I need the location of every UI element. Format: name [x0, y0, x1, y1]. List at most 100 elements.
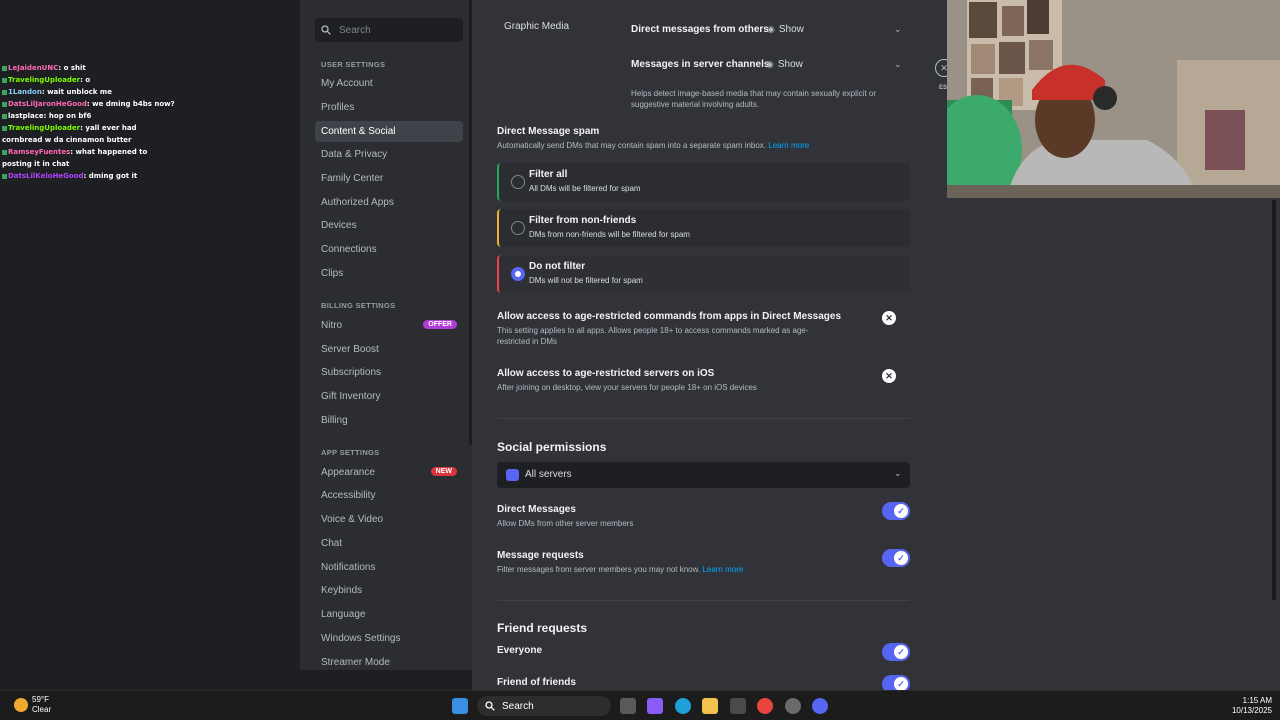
sidebar-item-clips[interactable]: Clips: [315, 263, 463, 284]
sidebar-item-keybinds[interactable]: Keybinds: [315, 580, 463, 601]
taskbar-clock[interactable]: 1:15 AM 10/13/2025: [1232, 696, 1272, 716]
radio-button[interactable]: [511, 221, 525, 235]
everyone-toggle[interactable]: ✓: [882, 643, 910, 661]
sidebar-item-profiles[interactable]: Profiles: [315, 97, 463, 118]
graphic-media-label: Graphic Media: [504, 21, 570, 32]
sidebar-item-notifications[interactable]: Notifications: [315, 557, 463, 578]
search-icon: [485, 701, 495, 711]
filter-all-desc: All DMs will be filtered for spam: [529, 184, 641, 193]
chrome-icon[interactable]: [757, 698, 773, 714]
chat-overlay: LeJaidenUNC: o shit TravelingUploader: o1…: [0, 62, 300, 182]
age-ios-desc: After joining on desktop, view your serv…: [497, 383, 757, 392]
sidebar-item-label: Appearance: [321, 467, 375, 478]
social-permissions-title: Social permissions: [497, 440, 607, 454]
sidebar-item-language[interactable]: Language: [315, 604, 463, 625]
content-scrollbar[interactable]: [1272, 200, 1276, 600]
message-requests-toggle[interactable]: ✓: [882, 549, 910, 567]
everyone-label: Everyone: [497, 645, 543, 656]
settings-sidebar: Search USER SETTINGS My Account Profiles…: [300, 0, 472, 670]
server-channels-select[interactable]: ◉ Show: [766, 59, 803, 70]
settings-content-extension: [947, 198, 1280, 690]
sidebar-item-server-boost[interactable]: Server Boost: [315, 339, 463, 360]
discord-icon[interactable]: [812, 698, 828, 714]
chat-badge-icon: [2, 77, 7, 83]
sidebar-item-nitro[interactable]: Nitro OFFER: [315, 315, 463, 336]
sidebar-item-authorized-apps[interactable]: Authorized Apps: [315, 192, 463, 213]
search-icon: [321, 25, 331, 35]
divider: [497, 600, 910, 601]
chat-message: RamseyFuentes: what happened to posting …: [2, 148, 148, 168]
chat-text: dming got it: [88, 172, 138, 180]
friends-of-friends-label: Friend of friends: [497, 677, 576, 688]
app-settings-header: APP SETTINGS: [321, 448, 380, 457]
chat-username: TravelingUploader: [8, 76, 81, 84]
sidebar-item-chat[interactable]: Chat: [315, 533, 463, 554]
task-view-icon[interactable]: [620, 698, 636, 714]
server-select-value: All servers: [525, 469, 572, 480]
copilot-icon[interactable]: [647, 698, 663, 714]
server-select[interactable]: All servers ⌄: [497, 462, 910, 488]
chat-text: o: [85, 76, 91, 84]
radio-filter-non-friends[interactable]: Filter from non-friends DMs from non-fri…: [497, 209, 910, 247]
filter-non-friends-desc: DMs from non-friends will be filtered fo…: [529, 230, 690, 239]
sidebar-item-streamer-mode[interactable]: Streamer Mode: [315, 652, 463, 673]
obs-icon[interactable]: [785, 698, 801, 714]
dm-others-select[interactable]: ◉ Show: [767, 24, 804, 35]
taskbar-search-label: Search: [502, 700, 534, 712]
radio-button[interactable]: [511, 175, 525, 189]
sidebar-item-voice-video[interactable]: Voice & Video: [315, 509, 463, 530]
check-icon: ✓: [894, 677, 908, 691]
file-explorer-icon[interactable]: [702, 698, 718, 714]
dm-spam-desc-text: Automatically send DMs that may contain …: [497, 141, 767, 150]
sidebar-item-appearance[interactable]: Appearance NEW: [315, 462, 463, 483]
sidebar-item-billing[interactable]: Billing: [315, 410, 463, 431]
age-commands-toggle[interactable]: ✕: [880, 309, 908, 327]
eye-icon: ◉: [767, 24, 775, 34]
learn-more-link[interactable]: Learn more: [702, 565, 743, 574]
sidebar-item-data-privacy[interactable]: Data & Privacy: [315, 144, 463, 165]
sidebar-item-subscriptions[interactable]: Subscriptions: [315, 362, 463, 383]
store-icon[interactable]: [730, 698, 746, 714]
learn-more-link[interactable]: Learn more: [768, 141, 809, 150]
chat-badge-icon: [2, 125, 7, 131]
message-requests-desc-text: Filter messages from server members you …: [497, 565, 701, 574]
search-placeholder: Search: [339, 24, 371, 36]
sidebar-item-devices[interactable]: Devices: [315, 215, 463, 236]
sidebar-item-my-account[interactable]: My Account: [315, 73, 463, 94]
friend-requests-title: Friend requests: [497, 621, 588, 635]
chat-text: hop on bf6: [48, 112, 92, 120]
dm-others-label: Direct messages from others: [631, 24, 769, 35]
chat-badge-icon: [2, 173, 7, 179]
edge-icon[interactable]: [675, 698, 691, 714]
search-input[interactable]: Search: [315, 18, 463, 42]
radio-do-not-filter[interactable]: Do not filter DMs will not be filtered f…: [497, 255, 910, 293]
sidebar-item-gift-inventory[interactable]: Gift Inventory: [315, 386, 463, 407]
chat-badge-icon: [2, 89, 7, 95]
check-icon: ✓: [894, 645, 908, 659]
age-ios-toggle[interactable]: ✕: [880, 367, 908, 385]
sidebar-item-family-center[interactable]: Family Center: [315, 168, 463, 189]
moon-icon: [14, 698, 28, 712]
do-not-filter-desc: DMs will not be filtered for spam: [529, 276, 643, 285]
webcam-image: [947, 0, 1280, 198]
dm-others-value: Show: [778, 24, 804, 35]
weather-widget[interactable]: 59°F Clear: [14, 695, 51, 715]
radio-button-selected[interactable]: [511, 267, 525, 281]
sidebar-item-connections[interactable]: Connections: [315, 239, 463, 260]
sidebar-item-accessibility[interactable]: Accessibility: [315, 485, 463, 506]
radio-filter-all[interactable]: Filter all All DMs will be filtered for …: [497, 163, 910, 201]
taskbar-search[interactable]: Search: [477, 696, 611, 716]
chevron-down-icon[interactable]: ⌄: [894, 59, 902, 70]
do-not-filter-title: Do not filter: [529, 261, 586, 272]
chevron-down-icon[interactable]: ⌄: [894, 24, 902, 35]
chat-message: 1Landon: wait unblock me: [0, 86, 300, 98]
eye-icon: ◉: [766, 59, 774, 69]
sidebar-item-content-social[interactable]: Content & Social: [315, 121, 463, 142]
clock-date: 10/13/2025: [1231, 706, 1272, 715]
direct-messages-toggle[interactable]: ✓: [882, 502, 910, 520]
check-icon: ✓: [894, 551, 908, 565]
chat-username: TravelingUploader: [8, 124, 81, 132]
windows-start-icon[interactable]: [452, 698, 468, 714]
x-icon: ✕: [882, 369, 896, 383]
sidebar-item-windows-settings[interactable]: Windows Settings: [315, 628, 463, 649]
